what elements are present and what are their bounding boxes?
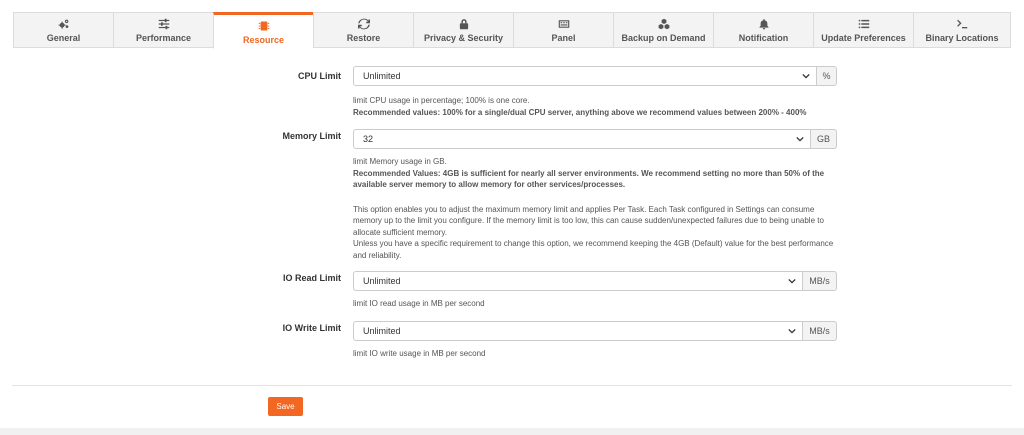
chevron-down-icon — [796, 135, 804, 143]
io-read-limit-select[interactable]: Unlimited — [353, 271, 803, 291]
cubes-icon — [658, 17, 670, 31]
io-read-unit-addon: MB/s — [803, 271, 837, 291]
memory-note-per-task: This option enables you to adjust the ma… — [353, 204, 824, 237]
cpu-help-line: limit CPU usage in percentage; 100% is o… — [353, 96, 530, 105]
io-write-limit-label: IO Write Limit — [282, 323, 341, 333]
io-write-unit-addon: MB/s — [803, 321, 837, 341]
memory-help-text: limit Memory usage in GB. Recommended Va… — [353, 156, 843, 261]
chevron-down-icon — [788, 327, 796, 335]
tab-restore[interactable]: Restore — [313, 12, 413, 48]
tab-label: Panel — [551, 33, 576, 43]
tab-label: Restore — [346, 33, 381, 43]
tab-resource[interactable]: Resource — [213, 12, 313, 49]
io-write-help-text: limit IO write usage in MB per second — [353, 349, 486, 358]
cpu-limit-value: Unlimited — [363, 71, 401, 81]
lock-icon — [458, 17, 470, 31]
list-icon — [858, 17, 870, 31]
tab-label: Update Preferences — [821, 33, 906, 43]
sliders-icon — [158, 17, 170, 31]
keyboard-icon — [558, 17, 570, 31]
cpu-help-text: limit CPU usage in percentage; 100% is o… — [353, 95, 843, 118]
memory-note-default: Unless you have a specific requirement t… — [353, 239, 834, 260]
memory-limit-select[interactable]: 32 — [353, 129, 811, 149]
save-button[interactable]: Save — [268, 397, 303, 416]
terminal-icon — [956, 17, 968, 31]
settings-tabs: General Performance Resource Restore Pri… — [13, 12, 1011, 49]
cpu-unit-addon: % — [817, 66, 837, 86]
chip-icon — [258, 19, 270, 33]
tab-notification[interactable]: Notification — [713, 12, 813, 48]
footer-bar — [0, 428, 1024, 435]
tab-backup-on-demand[interactable]: Backup on Demand — [613, 12, 713, 48]
chevron-down-icon — [802, 72, 810, 80]
memory-help-line: limit Memory usage in GB. — [353, 157, 447, 166]
bell-icon — [758, 17, 770, 31]
gears-icon — [58, 17, 70, 31]
cpu-recommendation: Recommended values: 100% for a single/du… — [353, 107, 807, 117]
tab-binary-locations[interactable]: Binary Locations — [913, 12, 1011, 48]
io-read-limit-label: IO Read Limit — [282, 273, 341, 283]
tab-label: Notification — [738, 33, 789, 43]
memory-unit-addon: GB — [811, 129, 837, 149]
cpu-limit-select[interactable]: Unlimited — [353, 66, 817, 86]
io-read-limit-value: Unlimited — [363, 276, 401, 286]
refresh-icon — [357, 17, 370, 31]
cpu-limit-label: CPU Limit — [297, 71, 341, 81]
tab-performance[interactable]: Performance — [113, 12, 213, 48]
io-read-help-text: limit IO read usage in MB per second — [353, 299, 485, 308]
tab-label: General — [46, 33, 81, 43]
memory-limit-label: Memory Limit — [282, 131, 341, 141]
tab-label: Performance — [135, 33, 192, 43]
io-write-limit-value: Unlimited — [363, 326, 401, 336]
tab-panel[interactable]: Panel — [513, 12, 613, 48]
tab-label: Binary Locations — [925, 33, 999, 43]
tab-label: Resource — [242, 34, 285, 45]
tab-general[interactable]: General — [13, 12, 113, 48]
tab-label: Backup on Demand — [621, 33, 706, 43]
memory-recommendation: Recommended Values: 4GB is sufficient fo… — [353, 168, 825, 190]
memory-limit-value: 32 — [363, 134, 374, 144]
tab-update-preferences[interactable]: Update Preferences — [813, 12, 913, 48]
divider — [12, 385, 1012, 386]
chevron-down-icon — [788, 277, 796, 285]
tab-label: Privacy & Security — [423, 33, 504, 43]
tab-privacy-security[interactable]: Privacy & Security — [413, 12, 513, 48]
io-write-limit-select[interactable]: Unlimited — [353, 321, 803, 341]
